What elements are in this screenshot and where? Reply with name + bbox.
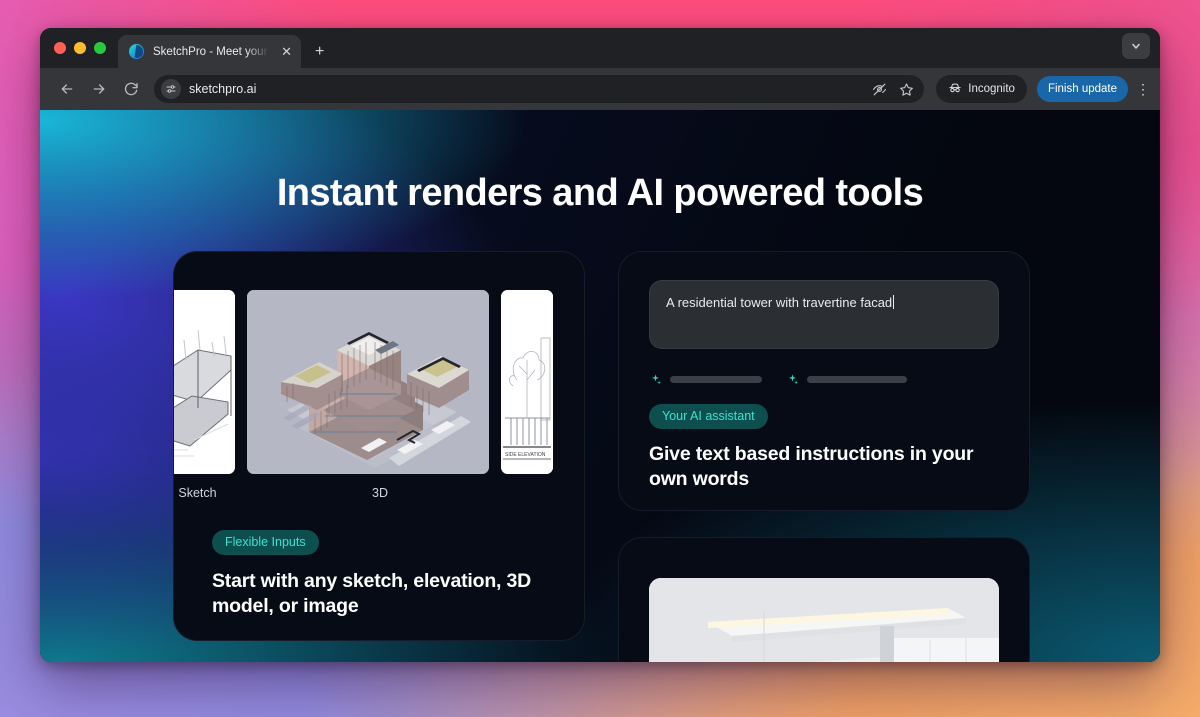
page-content: Instant renders and AI powered tools SID… <box>40 110 1160 662</box>
input-carousel[interactable]: SIDE ELEVATION <box>174 290 584 474</box>
carousel-label-sketch: Sketch <box>178 486 217 500</box>
status-badge: Your AI assistant <box>649 404 768 429</box>
skeleton-bar <box>807 376 907 383</box>
prompt-value: A residential tower with travertine faca… <box>666 295 893 310</box>
browser-window: SketchPro - Meet your design ✕ + <box>40 28 1160 662</box>
status-badge: Flexible Inputs <box>212 530 319 555</box>
sketch-artwork <box>174 290 235 474</box>
page-title: Instant renders and AI powered tools <box>276 172 924 214</box>
feature-cards: SIDE ELEVATION Sketch 3D Flexible Inputs… <box>40 215 1160 662</box>
new-tab-button[interactable]: + <box>315 44 324 60</box>
interior-render-kitchen <box>649 578 999 662</box>
skeleton-item <box>649 373 762 386</box>
elevation-artwork: SIDE ELEVATION <box>501 290 553 474</box>
address-bar[interactable]: sketchpro.ai <box>154 75 925 103</box>
tab-title: SketchPro - Meet your design <box>153 45 272 58</box>
chevron-down-icon[interactable] <box>1122 33 1150 59</box>
tune-icon[interactable] <box>161 79 181 99</box>
incognito-label: Incognito <box>968 83 1015 95</box>
three-d-model-artwork <box>247 290 489 474</box>
carousel-slide-3d[interactable] <box>247 290 489 474</box>
browser-toolbar: sketchpro.ai Incognito Finish update ⋮ <box>40 68 1160 110</box>
browser-menu-button[interactable]: ⋮ <box>1136 82 1150 96</box>
right-card-column: A residential tower with travertine faca… <box>618 251 1030 662</box>
card-heading: Give text based instructions in your own… <box>649 443 974 490</box>
card-heading: Start with any sketch, elevation, 3D mod… <box>212 570 531 617</box>
forward-button[interactable] <box>84 74 114 104</box>
elevation-caption: SIDE ELEVATION <box>505 452 546 458</box>
suggestion-skeletons <box>649 373 999 386</box>
sparkle-icon <box>649 373 662 386</box>
card-interior-render <box>618 537 1030 662</box>
back-button[interactable] <box>52 74 82 104</box>
carousel-slide-sketch[interactable] <box>174 290 235 474</box>
close-window-button[interactable] <box>54 42 66 54</box>
sparkle-icon <box>786 373 799 386</box>
carousel-label-3d: 3D <box>372 486 388 500</box>
tab-strip: SketchPro - Meet your design ✕ + <box>40 28 1160 68</box>
minimize-window-button[interactable] <box>74 42 86 54</box>
skeleton-bar <box>670 376 762 383</box>
close-icon[interactable]: ✕ <box>281 45 292 58</box>
prompt-input[interactable]: A residential tower with travertine faca… <box>649 280 999 349</box>
star-icon[interactable] <box>899 82 914 97</box>
desktop-wallpaper: SketchPro - Meet your design ✕ + <box>0 0 1200 717</box>
sketchpro-favicon <box>129 44 144 59</box>
reload-button[interactable] <box>116 74 146 104</box>
maximize-window-button[interactable] <box>94 42 106 54</box>
url-text: sketchpro.ai <box>189 82 257 96</box>
card-ai-assistant: A residential tower with travertine faca… <box>618 251 1030 511</box>
finish-update-button[interactable]: Finish update <box>1036 76 1128 102</box>
incognito-indicator[interactable]: Incognito <box>936 75 1027 103</box>
incognito-hat-icon <box>948 81 962 98</box>
browser-tab[interactable]: SketchPro - Meet your design ✕ <box>118 35 301 68</box>
eye-off-icon[interactable] <box>872 82 887 97</box>
card-flexible-inputs: SIDE ELEVATION Sketch 3D Flexible Inputs… <box>173 251 585 641</box>
carousel-labels: Sketch 3D <box>174 486 584 500</box>
window-traffic-lights <box>52 28 118 68</box>
text-caret <box>893 295 895 309</box>
skeleton-item <box>786 373 907 386</box>
carousel-slide-elevation[interactable]: SIDE ELEVATION <box>501 290 553 474</box>
